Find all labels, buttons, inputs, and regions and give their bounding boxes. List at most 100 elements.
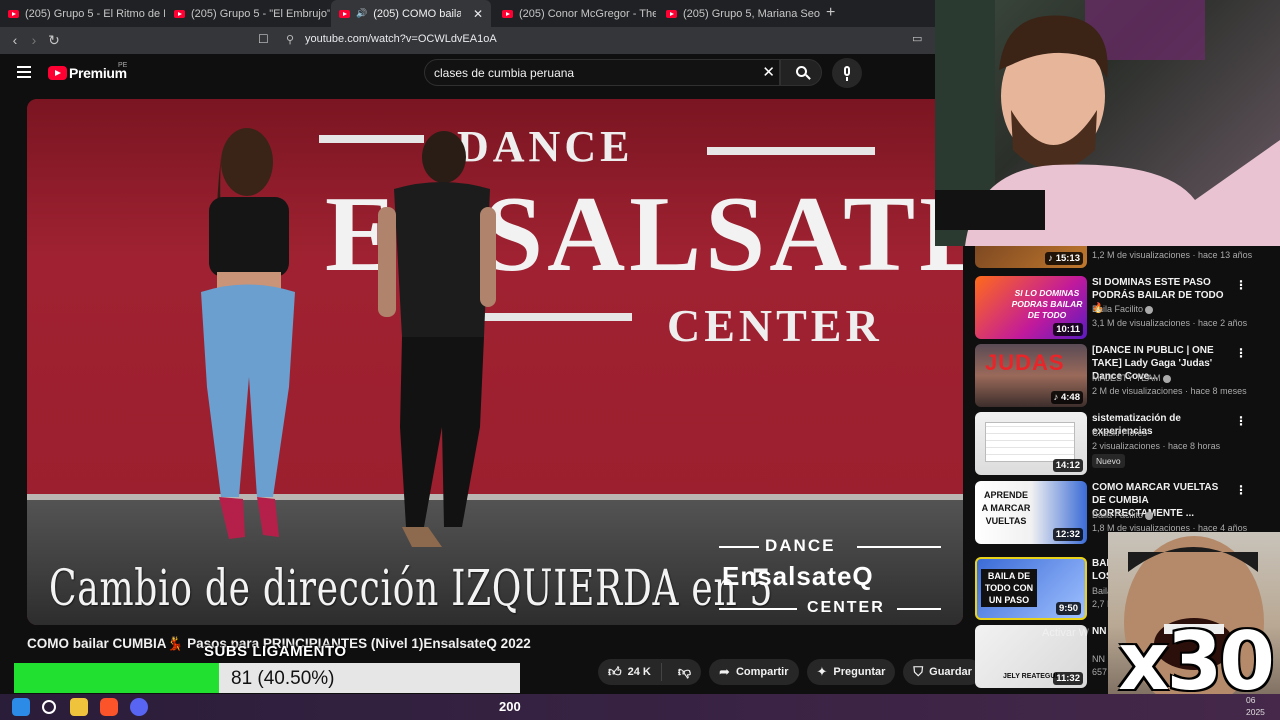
browser-tab[interactable]: (205) Grupo 5 - El Ritmo de Mi Coraz (0, 0, 165, 27)
more-vertical-icon[interactable]: ⋮ (1235, 346, 1247, 360)
video-title[interactable]: NN (1092, 625, 1108, 638)
watermark-brand: EnsalsateQ (722, 561, 874, 591)
video-meta: 3,1 M de visualizaciones · hace 2 años (1092, 318, 1248, 328)
speaker-icon[interactable]: 🔊 (356, 8, 367, 19)
thumbs-down-icon: 👎︎ (677, 664, 692, 679)
sparkle-icon: ✦ (816, 664, 828, 679)
recommendation-item[interactable]: ♪ 15:13 1,2 M de visualizaciones · hace … (975, 246, 1275, 268)
voice-search-button[interactable] (832, 58, 862, 88)
recommendation-item[interactable]: 14:12 sistematización de experiencias Ch… (975, 412, 1275, 476)
bookmark-save-icon: ⛉ (913, 664, 924, 679)
browser-tab-strip: (205) Grupo 5 - El Ritmo de Mi Coraz (20… (0, 0, 935, 27)
channel-name[interactable]: Chaski Flores (1092, 428, 1147, 438)
duration-badge: 14:12 (1052, 459, 1083, 472)
like-button[interactable]: 👍︎ 24 K (598, 663, 662, 681)
youtube-favicon-icon (174, 9, 185, 18)
browser-tab-active[interactable]: 🔊 (205) COMO bailar CUMBIA💃 ✕ (331, 0, 491, 27)
watermark-center: CENTER (807, 599, 885, 616)
browser-tab[interactable]: (205) Conor McGregor - The Notorio (494, 0, 656, 27)
close-tab-icon[interactable]: ✕ (473, 7, 483, 21)
share-button[interactable]: ➦ Compartir (709, 659, 799, 685)
search-box[interactable]: clases de cumbia peruana ✕ (424, 59, 780, 86)
youtube-favicon-icon (502, 9, 513, 18)
browser-tab[interactable]: (205) Grupo 5, Mariana Seoane - Alle (658, 0, 820, 27)
bookmark-icon[interactable]: ☐ (258, 32, 269, 46)
file-explorer-icon[interactable] (70, 698, 88, 716)
streamer-figure (935, 0, 1280, 246)
new-tab-button[interactable]: + (826, 4, 835, 22)
ask-label: Preguntar (833, 666, 886, 678)
duration-badge: 10:11 (1053, 323, 1083, 336)
duration-badge: 11:32 (1053, 672, 1083, 685)
site-info-icon[interactable]: ⚲ (286, 33, 294, 46)
channel-name[interactable]: MAJESTY TEAM (1092, 373, 1171, 383)
verified-icon (1162, 374, 1171, 383)
video-actions: 👍︎ 24 K 👎︎ ➦ Compartir ✦ Preguntar ⛉ Gua… (598, 659, 1020, 687)
ask-button[interactable]: ✦ Preguntar (806, 659, 896, 685)
video-subtitle-overlay: Cambio de dirección IZQUIERDA en 5 (49, 559, 774, 617)
browser-tab[interactable]: (205) Grupo 5 - "El Embrujo" (Letra) (166, 0, 330, 27)
video-thumbnail[interactable]: APRENDE A MARCAR VUELTAS 12:32 (975, 481, 1087, 544)
clear-search-icon[interactable]: ✕ (762, 63, 775, 81)
dancer-woman (201, 128, 295, 539)
goal-label: SUBS LIGAMENTO (204, 643, 347, 660)
youtube-favicon-icon (666, 9, 677, 18)
microphone-icon (844, 66, 850, 76)
watermark-dance: DANCE (765, 536, 836, 555)
clock-time: 06 (1246, 695, 1256, 705)
video-meta: 2 visualizaciones · hace 8 horas (1092, 441, 1221, 451)
thumbs-up-icon: 👍︎ (608, 664, 622, 679)
multiplier-overlay: x30 (1118, 615, 1275, 708)
youtube-logo-icon[interactable] (48, 66, 67, 80)
search-button[interactable] (780, 59, 822, 86)
video-player[interactable]: DANCE ENSALSATEQ CENTER Cambio de direcc… (27, 99, 963, 625)
wall-sign-center: CENTER (667, 300, 883, 351)
streamer-webcam (935, 0, 1280, 246)
recommendation-item[interactable]: SI LO DOMINAS PODRAS BAILAR DE TODO 10:1… (975, 276, 1275, 340)
search-icon[interactable] (42, 700, 56, 714)
video-thumbnail[interactable]: SI LO DOMINAS PODRAS BAILAR DE TODO 10:1… (975, 276, 1087, 339)
video-thumbnail[interactable]: BAILA DE TODO CON UN PASO 9:50 (975, 557, 1087, 620)
video-thumbnail[interactable]: 14:12 (975, 412, 1087, 475)
youtube-favicon-icon (8, 9, 19, 18)
channel-name[interactable]: Baila Facilito (1092, 304, 1154, 314)
duration-badge: 12:32 (1052, 528, 1083, 541)
windows-start-icon[interactable] (12, 698, 30, 716)
duration-badge: 9:50 (1055, 602, 1081, 615)
discord-icon[interactable] (130, 698, 148, 716)
menu-icon[interactable] (17, 66, 31, 78)
goal-value: 81 (40.50%) (231, 668, 335, 689)
tab-title: (205) Conor McGregor - The Notorio (519, 7, 656, 20)
more-vertical-icon[interactable]: ⋮ (1235, 414, 1247, 428)
channel-name[interactable]: Baila Facilito (1092, 510, 1154, 520)
more-vertical-icon[interactable]: ⋮ (1235, 278, 1247, 292)
forward-icon[interactable]: › (24, 32, 44, 48)
search-input[interactable]: clases de cumbia peruana (434, 66, 574, 80)
recommendation-item[interactable]: JUDAS ♪ 4:48 [DANCE IN PUBLIC | ONE TAKE… (975, 344, 1275, 408)
url-field[interactable]: youtube.com/watch?v=OCWLdvEA1oA (305, 33, 497, 45)
tab-title: (205) Grupo 5 - "El Embrujo" (Letra) (191, 7, 330, 20)
video-meta: 2 M de visualizaciones · hace 8 meses (1092, 386, 1247, 396)
verified-icon (1145, 511, 1154, 520)
like-dislike-group: 👍︎ 24 K 👎︎ (598, 659, 702, 685)
like-count: 24 K (627, 666, 651, 678)
video-thumbnail[interactable]: JUDAS ♪ 4:48 (975, 344, 1087, 407)
verified-icon (1145, 305, 1154, 314)
more-vertical-icon[interactable]: ⋮ (1235, 483, 1247, 497)
dislike-button[interactable]: 👎︎ (668, 664, 701, 680)
cast-icon[interactable]: ▭ (912, 32, 922, 45)
save-label: Guardar (929, 666, 972, 678)
brave-browser-icon[interactable] (100, 698, 118, 716)
dancer-man (378, 131, 496, 547)
taskbar: 200 06 2025 (0, 694, 1280, 720)
tab-title: (205) Grupo 5, Mariana Seoane - Alle (683, 7, 820, 20)
tab-title: (205) COMO bailar CUMBIA💃 (373, 8, 461, 20)
video-title[interactable]: BAI LOS (1092, 557, 1108, 583)
duration-badge: ♪ 4:48 (1050, 391, 1083, 404)
video-thumbnail[interactable]: ♪ 15:13 (975, 246, 1087, 268)
reload-icon[interactable]: ↻ (44, 32, 64, 49)
back-icon[interactable]: ‹ (5, 32, 25, 48)
save-button[interactable]: ⛉ Guardar (903, 659, 982, 685)
tab-title: (205) Grupo 5 - El Ritmo de Mi Coraz (25, 7, 165, 20)
new-badge: Nuevo (1092, 454, 1125, 468)
